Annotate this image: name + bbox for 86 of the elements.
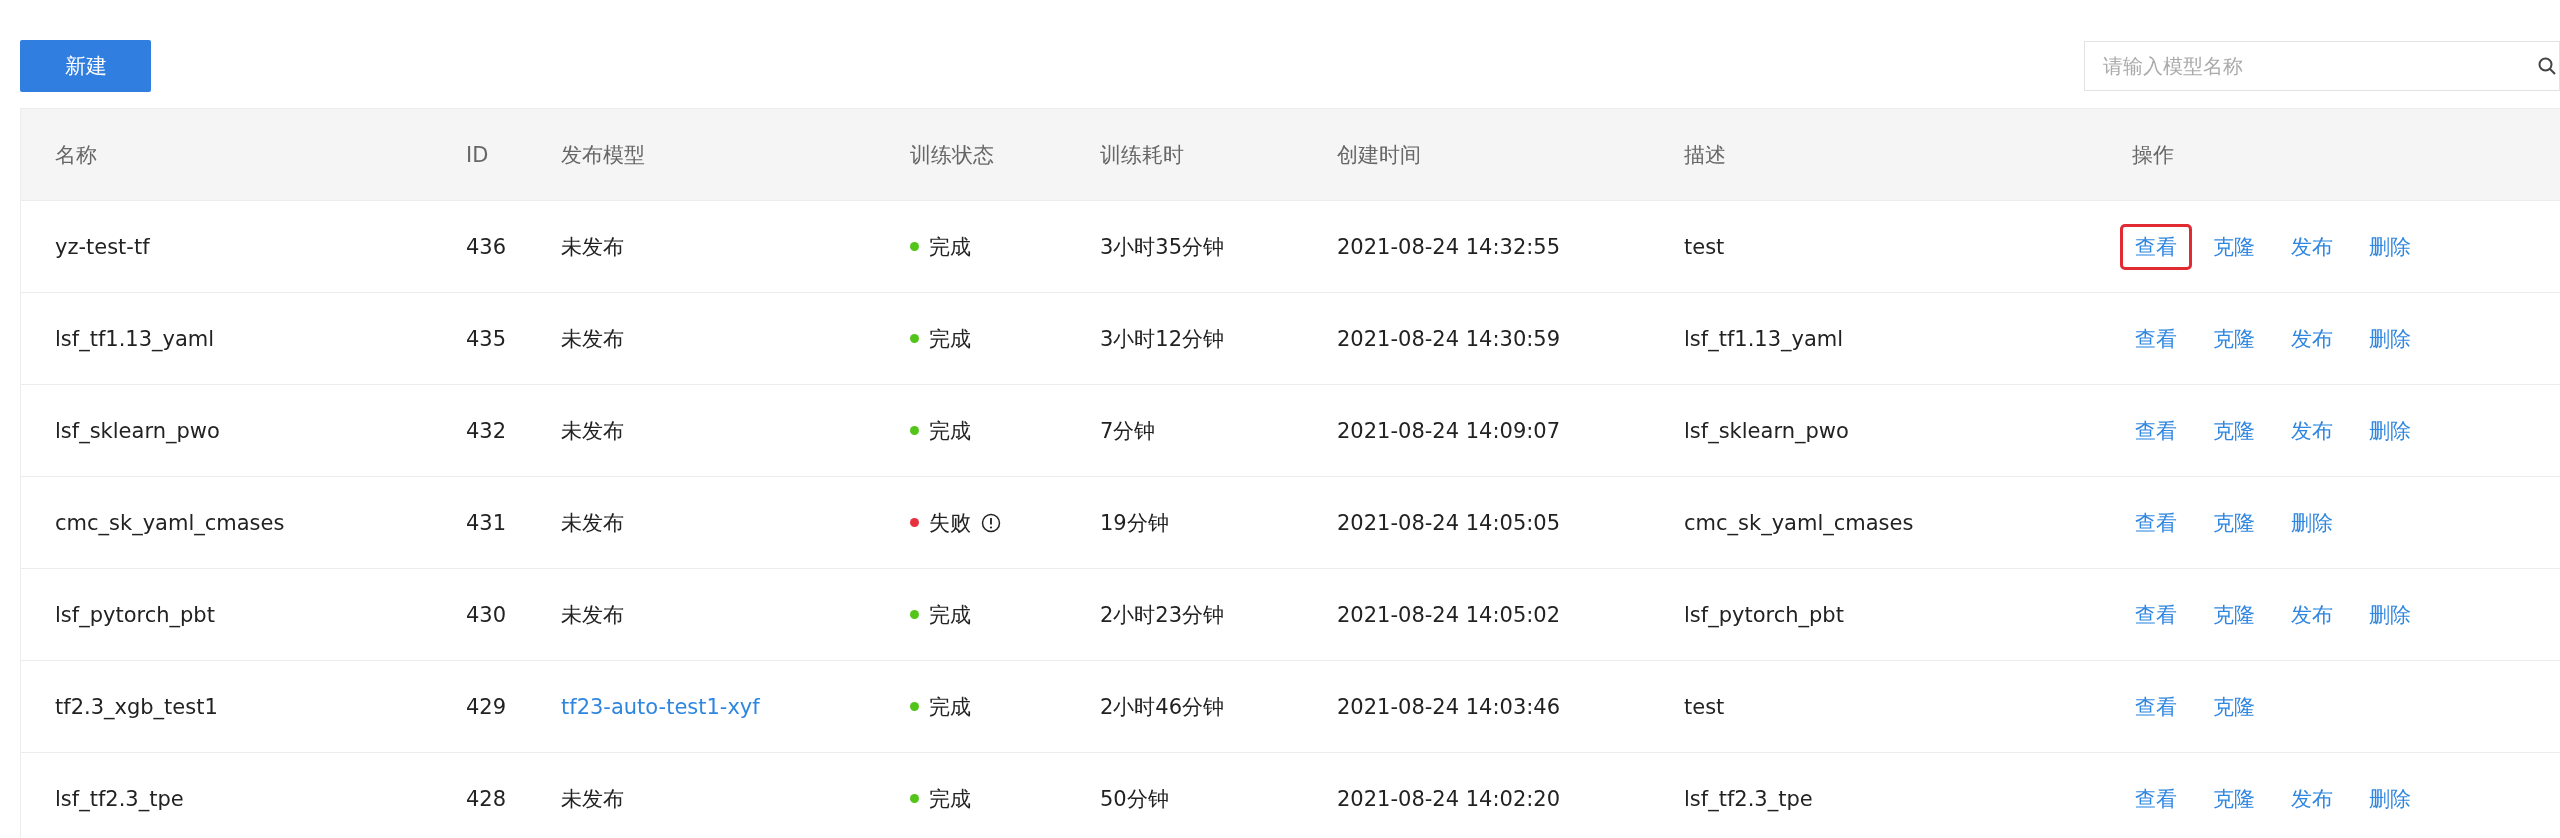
table-cell-text: lsf_tf2.3_tpe [55, 786, 185, 811]
status-text: 完成 [929, 417, 971, 445]
new-button[interactable]: 新建 [20, 40, 151, 92]
column-header: 操作 [2132, 141, 2175, 169]
action-link[interactable]: 克隆 [2198, 591, 2270, 638]
table-cell-text: 428 [466, 786, 508, 811]
action-link[interactable]: 查看 [2120, 499, 2192, 546]
table-cell-text: lsf_pytorch_pbt [1684, 602, 1845, 627]
action-link[interactable]: 克隆 [2198, 407, 2270, 454]
action-link[interactable]: 克隆 [2198, 223, 2270, 270]
table-cell-text: 3小时35分钟 [1100, 233, 1226, 261]
table-cell-text: lsf_sklearn_pwo [1684, 418, 1850, 443]
column-header: 训练状态 [910, 141, 995, 169]
action-link[interactable]: 查看 [2120, 591, 2192, 638]
table-cell-text: 432 [466, 418, 508, 443]
action-link[interactable]: 删除 [2354, 315, 2426, 362]
table-cell: 未发布 [561, 786, 624, 811]
action-link[interactable]: 删除 [2354, 591, 2426, 638]
table-cell-text: yz-test-tf [55, 234, 151, 259]
action-link[interactable]: 查看 [2120, 315, 2192, 362]
status-text: 完成 [929, 601, 971, 629]
table-cell-text: test [1684, 234, 1726, 259]
column-header: 发布模型 [561, 141, 646, 169]
table-cell-text: 2小时46分钟 [1100, 693, 1226, 721]
table-cell-text: 430 [466, 602, 508, 627]
action-link[interactable]: 克隆 [2198, 683, 2270, 730]
column-header: 训练耗时 [1100, 141, 1185, 169]
table-cell-text: 2021-08-24 14:05:02 [1337, 602, 1562, 627]
action-link[interactable]: 克隆 [2198, 499, 2270, 546]
table-cell-text: 2021-08-24 14:03:46 [1337, 694, 1562, 719]
table-cell-text: 436 [466, 234, 508, 259]
action-link[interactable]: 删除 [2276, 499, 2348, 546]
table-cell-text: lsf_pytorch_pbt [55, 602, 216, 627]
table-cell-text: lsf_tf1.13_yaml [1684, 326, 1845, 351]
table-cell-text: 3小时12分钟 [1100, 325, 1226, 353]
search-field[interactable]: 请输入模型名称 [2084, 41, 2560, 91]
action-link[interactable]: 查看 [2120, 223, 2192, 270]
action-link[interactable]: 查看 [2120, 683, 2192, 730]
column-header: 名称 [55, 141, 98, 169]
table-cell: 未发布 [561, 326, 624, 351]
table-cell: 未发布 [561, 234, 624, 259]
action-link[interactable]: 查看 [2120, 407, 2192, 454]
table-cell-text: 2021-08-24 14:05:05 [1337, 510, 1562, 535]
action-link[interactable]: 克隆 [2198, 775, 2270, 822]
column-header: 创建时间 [1337, 141, 1422, 169]
action-link[interactable]: 发布 [2276, 775, 2348, 822]
table-cell-text: cmc_sk_yaml_cmases [55, 510, 286, 535]
action-link[interactable]: 发布 [2276, 591, 2348, 638]
table-cell-text: tf2.3_xgb_test1 [55, 694, 219, 719]
action-link[interactable]: 发布 [2276, 315, 2348, 362]
table-cell: 未发布 [561, 418, 624, 443]
status-text: 完成 [929, 325, 971, 353]
table-cell-text: 2021-08-24 14:32:55 [1337, 234, 1562, 259]
table-cell-text: 19分钟 [1100, 509, 1170, 537]
table-cell-text: 429 [466, 694, 508, 719]
search-icon [2538, 57, 2556, 75]
status-text: 完成 [929, 693, 971, 721]
table-cell-text: test [1684, 694, 1726, 719]
column-header: 描述 [1684, 141, 1727, 169]
model-link[interactable]: tf23-auto-test1-xyf [561, 694, 760, 719]
table-cell-text: 435 [466, 326, 508, 351]
table-cell-text: 2小时23分钟 [1100, 601, 1226, 629]
table-cell-text: lsf_tf2.3_tpe [1684, 786, 1814, 811]
table-cell-text: 431 [466, 510, 508, 535]
action-link[interactable]: 发布 [2276, 407, 2348, 454]
table-cell-text: lsf_tf1.13_yaml [55, 326, 216, 351]
table-cell-text: 50分钟 [1100, 785, 1170, 813]
table-cell-text: cmc_sk_yaml_cmases [1684, 510, 1915, 535]
action-link[interactable]: 查看 [2120, 775, 2192, 822]
column-header: ID [466, 142, 490, 167]
table-cell-text: lsf_sklearn_pwo [55, 418, 221, 443]
info-icon[interactable] [981, 512, 1001, 533]
table-cell-text: 7分钟 [1100, 417, 1157, 445]
action-link[interactable]: 发布 [2276, 223, 2348, 270]
status-text: 完成 [929, 233, 971, 261]
action-link[interactable]: 删除 [2354, 223, 2426, 270]
status-text: 失败 [929, 509, 971, 537]
action-link[interactable]: 克隆 [2198, 315, 2270, 362]
action-link[interactable]: 删除 [2354, 775, 2426, 822]
action-link[interactable]: 删除 [2354, 407, 2426, 454]
status-text: 完成 [929, 785, 971, 813]
table-cell-text: 2021-08-24 14:09:07 [1337, 418, 1562, 443]
table-cell: 未发布 [561, 602, 624, 627]
table-cell-text: 2021-08-24 14:02:20 [1337, 786, 1562, 811]
table-cell: 未发布 [561, 510, 624, 535]
table-cell-text: 2021-08-24 14:30:59 [1337, 326, 1562, 351]
